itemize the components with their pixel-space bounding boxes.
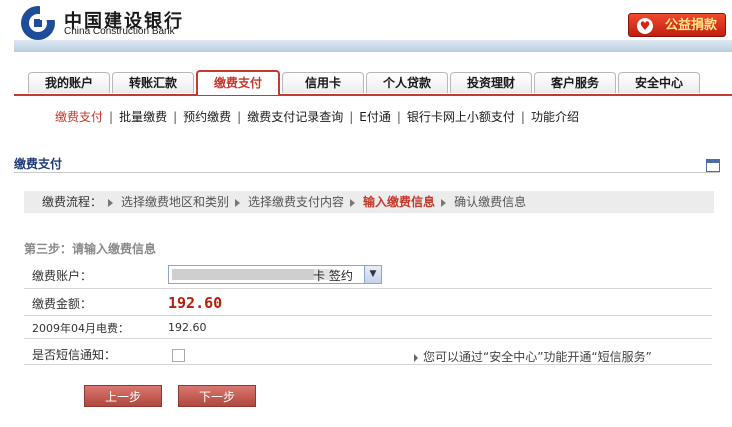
arrow-right-icon [235,198,241,207]
tab-credit-card[interactable]: 信用卡 [282,72,364,93]
chevron-down-icon[interactable]: ▼ [364,266,381,283]
subnav-feature-intro[interactable]: 功能介绍 [531,108,579,125]
header-band [14,40,732,52]
tab-transfer[interactable]: 转账汇款 [112,72,194,93]
charity-button-label: 公益捐款 [664,18,717,33]
sub-navigation: 缴费支付 | 批量缴费 | 预约缴费 | 缴费支付记录查询 | E付通 | 银行卡网上小额支付 | 功能… [55,108,579,125]
account-select-value: 卡 签约 [313,269,353,283]
tab-security-center[interactable]: 安全中心 [618,72,700,93]
step-heading: 第三步：请输入缴费信息 [24,242,157,256]
sms-hint: 您可以通过“安全中心”功能开通“短信服务” [414,348,652,365]
tab-payment[interactable]: 缴费支付 [196,70,280,95]
flow-step-1: 选择缴费地区和类别 [121,195,230,209]
next-step-button[interactable]: 下一步 [178,385,256,407]
sms-label: 是否短信通知： [32,348,117,362]
subnav-payment-history[interactable]: 缴费支付记录查询 [247,108,343,125]
account-label: 缴费账户： [32,269,93,283]
subnav-micro-payment[interactable]: 银行卡网上小额支付 [407,108,515,125]
arrow-right-icon [108,198,114,207]
tab-personal-loan[interactable]: 个人贷款 [366,72,448,93]
subnav-scheduled-payment[interactable]: 预约缴费 [183,108,231,125]
window-icon[interactable] [706,159,720,172]
subnav-batch-payment[interactable]: 批量缴费 [119,108,167,125]
amount-label: 缴费金额： [32,297,93,311]
section-title: 缴费支付 [14,157,63,171]
bank-name-en: China Construction Bank [64,26,175,37]
subnav-payment[interactable]: 缴费支付 [55,108,103,125]
account-select[interactable]: 卡 签约 ▼ [168,265,382,284]
previous-step-button[interactable]: 上一步 [84,385,162,407]
tab-investment[interactable]: 投资理财 [450,72,532,93]
flow-step-3: 输入缴费信息 [363,195,436,209]
sms-hint-text: 您可以通过“安全中心”功能开通“短信服务” [423,350,652,364]
amount-row: 缴费金额： [24,288,712,316]
amount-value: 192.60 [168,294,223,312]
payment-flow-bar: 缴费流程： 选择缴费地区和类别 选择缴费支付内容 输入缴费信息 确认缴费信息 [24,191,714,213]
flow-step-2: 选择缴费支付内容 [248,195,345,209]
main-tabs: 我的账户 转账汇款 缴费支付 信用卡 个人贷款 投资理财 客户服务 安全中心 [14,70,732,96]
bill-row: 2009年04月电费： [24,315,712,339]
arrow-right-icon [441,198,447,207]
bill-value: 192.60 [168,321,207,334]
section-divider [14,172,720,173]
flow-label: 缴费流程： [42,195,103,209]
charity-button[interactable]: ♥ 公益捐款 [628,13,726,37]
ccb-logo-icon [21,5,56,40]
subnav-epay[interactable]: E付通 [359,108,391,125]
triangle-right-icon [414,353,418,362]
tab-my-account[interactable]: 我的账户 [28,72,110,93]
masked-account-number [172,269,314,280]
tab-customer-service[interactable]: 客户服务 [534,72,616,93]
bill-label: 2009年04月电费： [32,322,129,335]
sms-checkbox[interactable] [172,349,185,362]
arrow-right-icon [350,198,356,207]
heart-icon: ♥ [637,18,653,34]
flow-step-4: 确认缴费信息 [454,195,527,209]
